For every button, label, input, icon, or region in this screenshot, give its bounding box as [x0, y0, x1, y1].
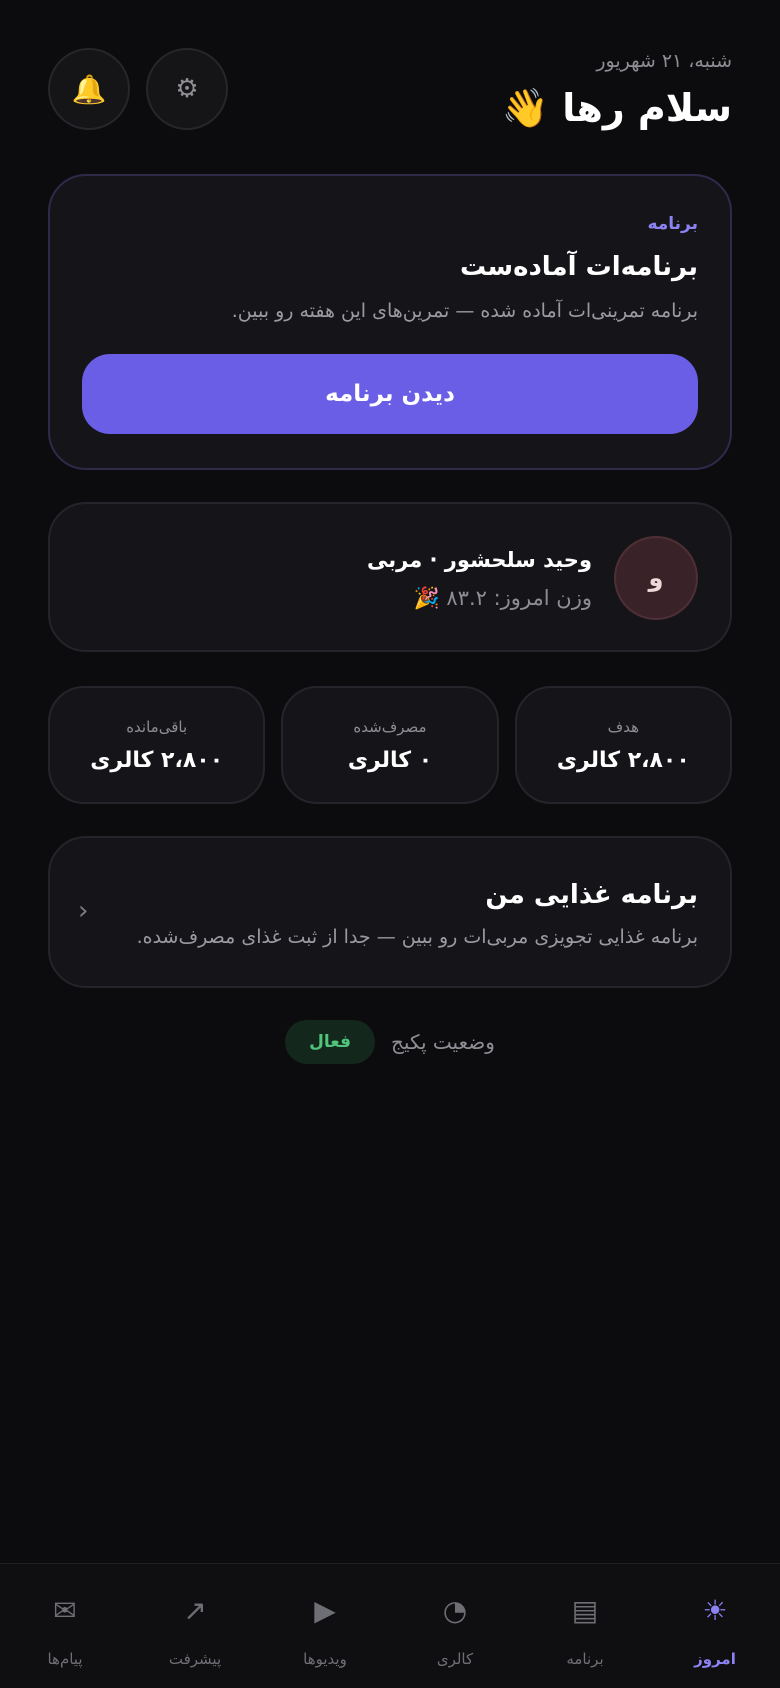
nav-label: برنامه: [566, 1650, 604, 1668]
package-status: وضعیت پکیج فعال: [0, 1018, 780, 1066]
bottom-navigation: ✉ پیام‌ها ↗ پیشرفت ▶ ویدیوها ◔ کالری ▤ ب…: [0, 1563, 780, 1688]
nav-item-calories[interactable]: ◔ کالری: [390, 1564, 520, 1688]
coach-name: وحید سلحشور · مربی: [367, 548, 592, 572]
view-program-button[interactable]: دیدن برنامه: [82, 354, 698, 434]
nav-label: پیام‌ها: [47, 1650, 83, 1668]
diet-title: برنامه غذایی من: [485, 880, 698, 910]
sun-icon: ☀: [702, 1594, 728, 1627]
coach-card[interactable]: و وحید سلحشور · مربی وزن امروز: ۸۳.۲ 🎉: [48, 502, 732, 652]
nav-label: کالری: [436, 1650, 474, 1668]
nav-item-videos[interactable]: ▶ ویدیوها: [260, 1564, 390, 1688]
coach-avatar: و: [614, 536, 698, 620]
pie-chart-icon: ◔: [442, 1594, 468, 1627]
stat-goal: هدف ۲،۸۰۰ کالری: [514, 686, 732, 804]
list-icon: ▤: [571, 1594, 599, 1627]
nav-label: امروز: [694, 1650, 736, 1668]
header-actions: 🔔 ⚙: [48, 48, 228, 130]
play-icon: ▶: [314, 1594, 336, 1627]
nav-item-today[interactable]: ☀ امروز: [650, 1564, 780, 1688]
package-status-label: وضعیت پکیج: [391, 1030, 495, 1054]
nav-label: پیشرفت: [168, 1650, 222, 1668]
header: شنبه، ۲۱ شهریور سلام رها 👋 🔔 ⚙: [48, 44, 732, 134]
mail-icon: ✉: [53, 1594, 77, 1627]
program-kicker: برنامه: [647, 214, 698, 234]
stat-label: باقی‌مانده: [126, 718, 188, 736]
gear-icon: ⚙: [175, 74, 199, 104]
trend-arrow-icon: ↗: [183, 1594, 207, 1627]
nav-item-progress[interactable]: ↗ پیشرفت: [130, 1564, 260, 1688]
nav-label: ویدیوها: [303, 1650, 347, 1668]
stat-label: مصرف‌شده: [353, 718, 427, 736]
program-card: برنامه برنامه‌ات آماده‌ست برنامه تمرینی‌…: [48, 174, 732, 470]
app-screen: شنبه، ۲۱ شهریور سلام رها 👋 🔔 ⚙ برنامه بر…: [0, 0, 780, 1688]
status-badge: فعال: [285, 1020, 375, 1064]
diet-description: برنامه غذایی تجویزی مربی‌ات رو ببین — جد…: [136, 926, 698, 948]
stat-label: هدف: [607, 718, 639, 736]
today-weight: وزن امروز: ۸۳.۲ 🎉: [413, 586, 592, 610]
date-label: شنبه، ۲۱ شهریور: [596, 50, 732, 72]
stat-consumed: مصرف‌شده ۰ کالری: [281, 686, 499, 804]
chevron-left-icon: ‹: [78, 896, 89, 926]
program-description: برنامه تمرینی‌ات آماده شده — تمرین‌های ا…: [231, 300, 698, 322]
nav-item-messages[interactable]: ✉ پیام‌ها: [0, 1564, 130, 1688]
greeting-title: سلام رها 👋: [501, 86, 732, 130]
bell-icon: 🔔: [71, 72, 107, 106]
program-title: برنامه‌ات آماده‌ست: [460, 252, 698, 282]
stat-value: ۲،۸۰۰ کالری: [556, 748, 690, 773]
notifications-button[interactable]: 🔔: [48, 48, 130, 130]
stat-value: ۰ کالری: [347, 748, 433, 773]
calorie-stats: هدف ۲،۸۰۰ کالری مصرف‌شده ۰ کالری باقی‌ما…: [48, 686, 732, 804]
settings-button[interactable]: ⚙: [146, 48, 228, 130]
nav-item-program[interactable]: ▤ برنامه: [520, 1564, 650, 1688]
stat-remaining: باقی‌مانده ۲،۸۰۰ کالری: [48, 686, 266, 804]
diet-plan-card[interactable]: برنامه غذایی من برنامه غذایی تجویزی مربی…: [48, 836, 732, 988]
stat-value: ۲،۸۰۰ کالری: [90, 748, 224, 773]
